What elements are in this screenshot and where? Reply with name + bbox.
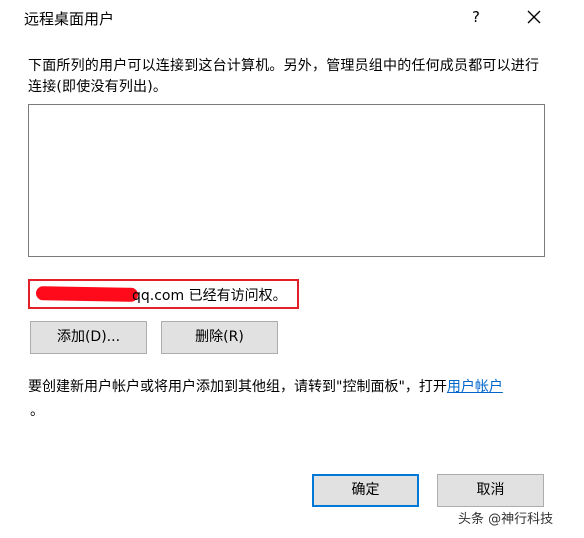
add-button[interactable]: 添加(D)...	[30, 321, 147, 354]
user-list[interactable]	[28, 104, 545, 257]
description-text: 下面所列的用户可以连接到这台计算机。另外，管理员组中的任何成员都可以进行连接(即…	[28, 58, 540, 95]
cancel-button[interactable]: 取消	[437, 474, 544, 507]
footer-text: 要创建新用户帐户或将用户添加到其他组，请转到"控制面板"，打开	[28, 379, 447, 395]
access-notice-highlight: qq.com 已经有访问权。	[28, 279, 299, 309]
user-accounts-link[interactable]: 用户帐户	[447, 379, 503, 395]
title-bar: 远程桌面用户 ?	[14, 0, 560, 34]
ok-button[interactable]: 确定	[312, 474, 419, 507]
footer-instructions: 要创建新用户帐户或将用户添加到其他组，请转到"控制面板"，打开用户帐户	[28, 377, 553, 398]
delete-button[interactable]: 删除(R)	[161, 321, 278, 354]
watermark: 头条 @神行科技	[458, 512, 554, 527]
dialog-title: 远程桌面用户	[24, 10, 115, 28]
redaction-mark	[35, 286, 139, 302]
help-button[interactable]: ?	[462, 4, 490, 30]
footer-period: 。	[30, 403, 44, 419]
close-icon	[527, 10, 541, 24]
close-button[interactable]	[520, 4, 548, 30]
dialog-body: 下面所列的用户可以连接到这台计算机。另外，管理员组中的任何成员都可以进行连接(即…	[14, 34, 560, 526]
remote-desktop-users-dialog: 远程桌面用户 ? 下面所列的用户可以连接到这台计算机。另外，管理员组中的任何成员…	[14, 0, 560, 526]
access-notice-text: qq.com 已经有访问权。	[132, 288, 287, 304]
